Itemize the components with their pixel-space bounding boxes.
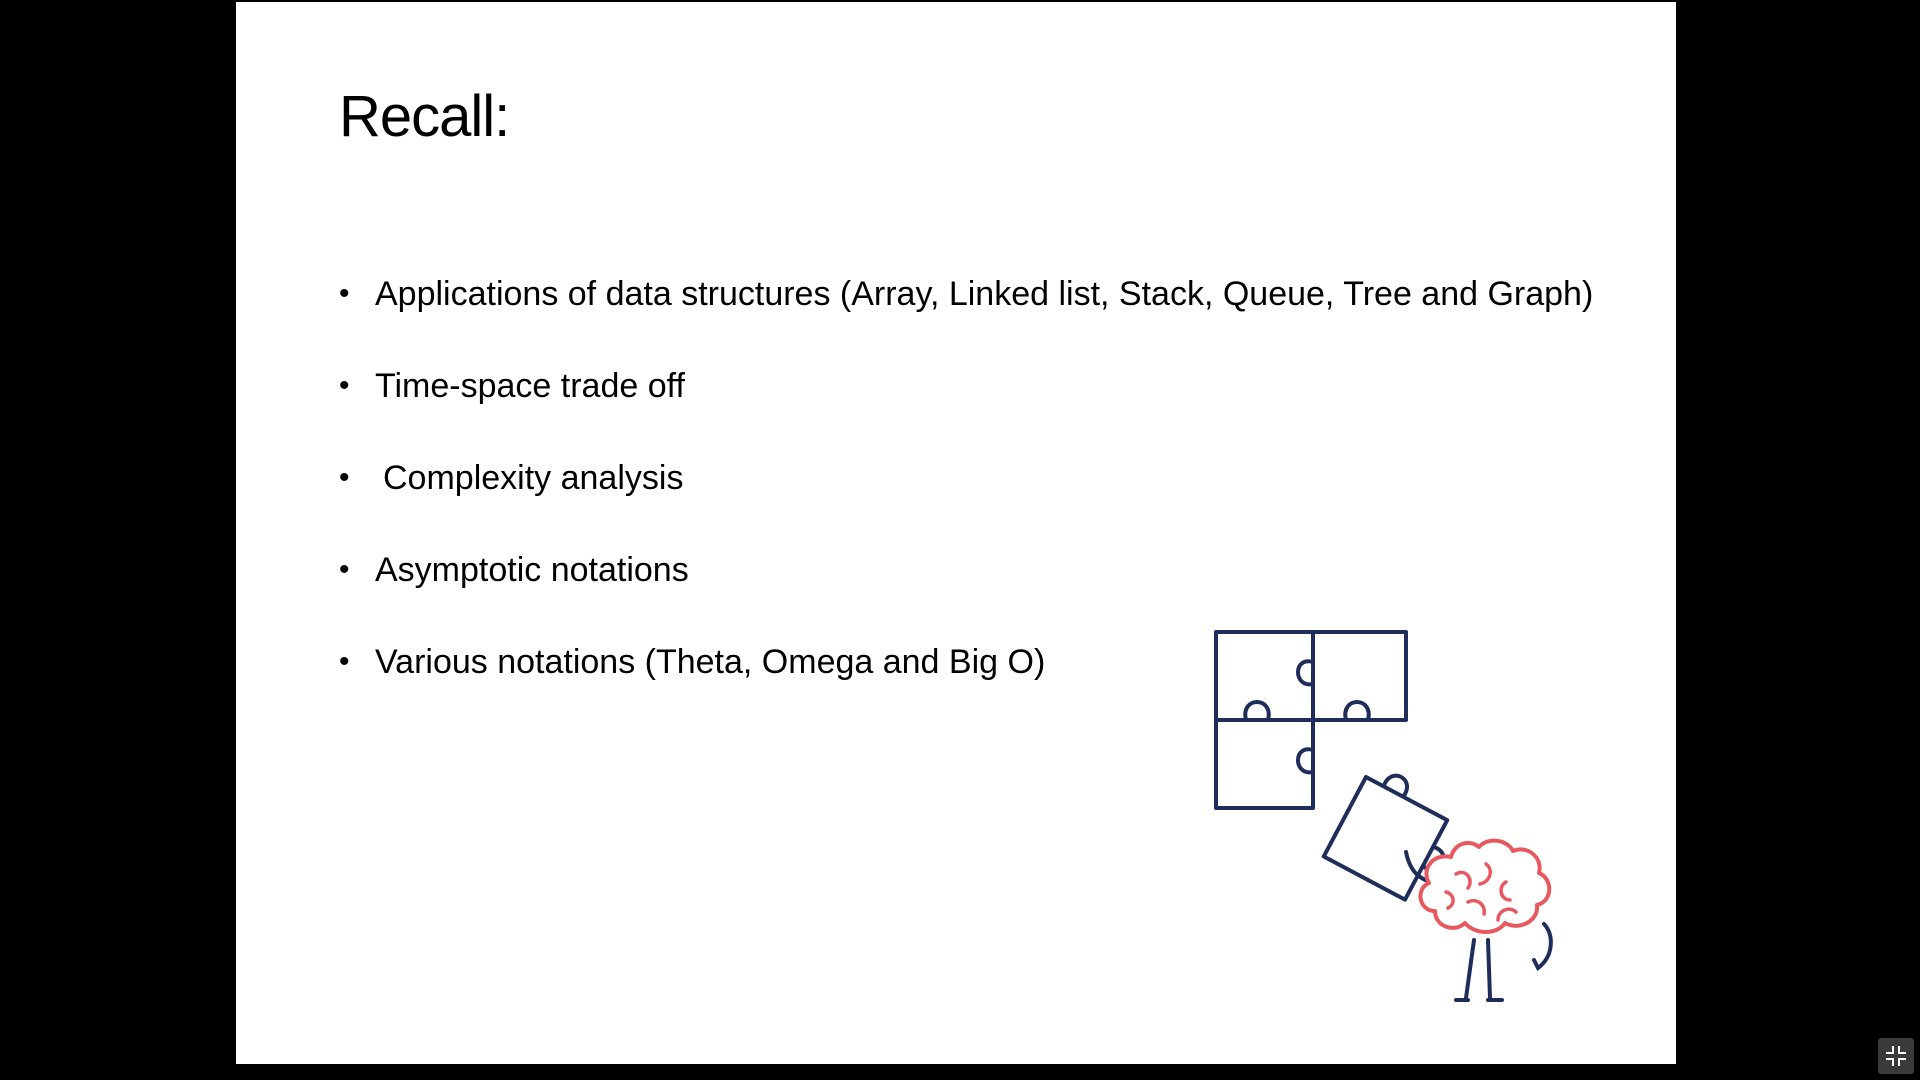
bullet-item: • Complexity analysis (339, 458, 1593, 550)
exit-fullscreen-icon (1886, 1046, 1906, 1066)
presentation-viewer: Recall: • Applications of data structure… (0, 0, 1920, 1080)
bullet-dot: • (339, 645, 350, 678)
bullet-dot: • (339, 369, 350, 402)
puzzle-brain-illustration (1214, 630, 1553, 1002)
slide: Recall: • Applications of data structure… (236, 2, 1676, 1064)
bullet-dot: • (339, 461, 350, 494)
bullet-text: Asymptotic notations (375, 551, 689, 589)
bullet-item: • Applications of data structures (Array… (339, 274, 1593, 366)
bullet-text: Time-space trade off (375, 367, 685, 405)
slide-title: Recall: (339, 84, 510, 149)
bullet-text: Complexity analysis (383, 459, 684, 497)
bullet-text: Various notations (Theta, Omega and Big … (375, 643, 1046, 681)
exit-fullscreen-button[interactable] (1878, 1038, 1914, 1074)
bullet-item: • Time-space trade off (339, 366, 1593, 458)
bullet-dot: • (339, 277, 350, 310)
bullet-text: Applications of data structures (Array, … (375, 275, 1594, 313)
bullet-dot: • (339, 553, 350, 586)
brain-character-icon (1404, 838, 1553, 1002)
